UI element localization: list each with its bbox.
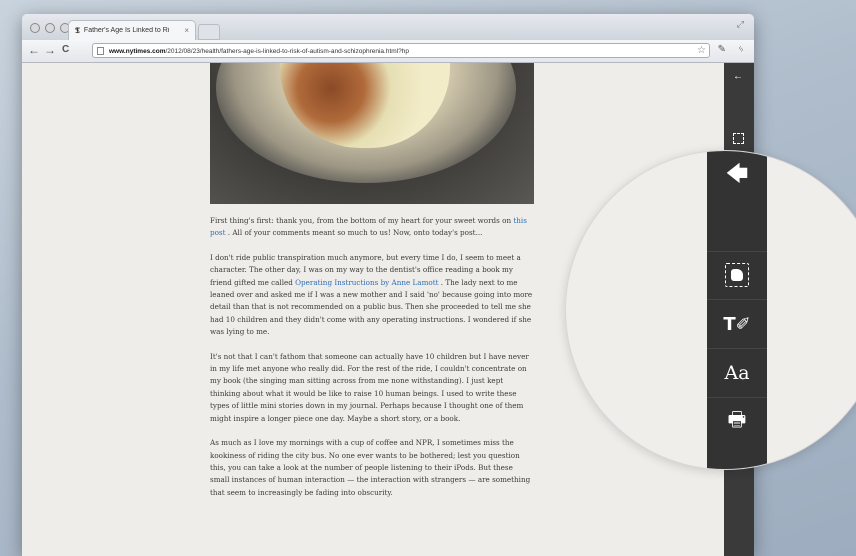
text-size-icon: Aa [724, 362, 750, 384]
magnified-text-size-button[interactable]: Aa [707, 349, 767, 398]
browser-toolbar: ← → C www.nytimes.com/2012/08/23/health/… [22, 40, 754, 63]
magnified-highlight-button[interactable]: T✐ [707, 300, 767, 349]
forward-button[interactable]: → [44, 43, 56, 57]
title-bar: 𝕿 Father's Age Is Linked to Ri × ⤢ [22, 14, 754, 40]
close-window-button[interactable] [30, 23, 40, 33]
fullscreen-icon[interactable]: ⤢ [737, 19, 744, 30]
magnified-back-button[interactable]: 🡄 [707, 151, 767, 199]
magnified-sidebar: 🡄 T✐ Aa 🖶 [707, 151, 767, 469]
evernote-clip-icon [725, 263, 749, 287]
url-path: /2012/08/23/health/fathers-age-is-linked… [165, 48, 409, 55]
paragraph-3: It's not that I can't fathom that someon… [210, 351, 529, 423]
p1-text-a: First thing's first: thank you, from the… [210, 216, 514, 225]
new-tab-button[interactable] [198, 24, 220, 40]
paragraph-4: As much as I love my mornings with a cup… [210, 438, 531, 497]
browser-tab[interactable]: 𝕿 Father's Age Is Linked to Ri × [68, 20, 196, 40]
tab-title: Father's Age Is Linked to Ri [83, 27, 170, 34]
article-body: First thing's first: thank you, from the… [210, 215, 534, 511]
printer-icon: 🖶 [727, 407, 747, 431]
extension-icon[interactable]: ✎ [718, 44, 726, 55]
minimize-window-button[interactable] [45, 23, 55, 33]
nytimes-favicon-icon: 𝕿 [75, 25, 80, 35]
highlighter-icon: T✐ [723, 313, 751, 335]
paragraph-2: I don't ride public transpiration much a… [210, 252, 534, 339]
back-arrow-icon: 🡄 [725, 162, 749, 187]
wrench-menu-icon[interactable]: ᛃ [738, 44, 744, 55]
window-controls [30, 23, 70, 33]
magnified-evernote-button[interactable] [707, 251, 767, 300]
bookmark-star-icon[interactable]: ☆ [697, 45, 706, 56]
reload-button[interactable]: C [62, 43, 69, 57]
sidebar-evernote-icon[interactable] [733, 133, 744, 144]
sidebar-back-icon[interactable]: ← [733, 71, 743, 82]
book-link[interactable]: Operating Instructions by Anne Lamott [295, 278, 438, 287]
back-button[interactable]: ← [28, 43, 40, 57]
url-domain: www.nytimes.com [109, 48, 166, 55]
address-bar[interactable]: www.nytimes.com/2012/08/23/health/father… [92, 43, 710, 58]
magnified-print-button[interactable]: 🖶 [707, 398, 767, 446]
page-icon [97, 47, 104, 55]
p1-text-b: . All of your comments meant so much to … [225, 228, 483, 238]
tab-close-icon[interactable]: × [184, 26, 189, 35]
paragraph-1: First thing's first: thank you, from the… [210, 215, 534, 240]
food-photo [210, 63, 534, 204]
